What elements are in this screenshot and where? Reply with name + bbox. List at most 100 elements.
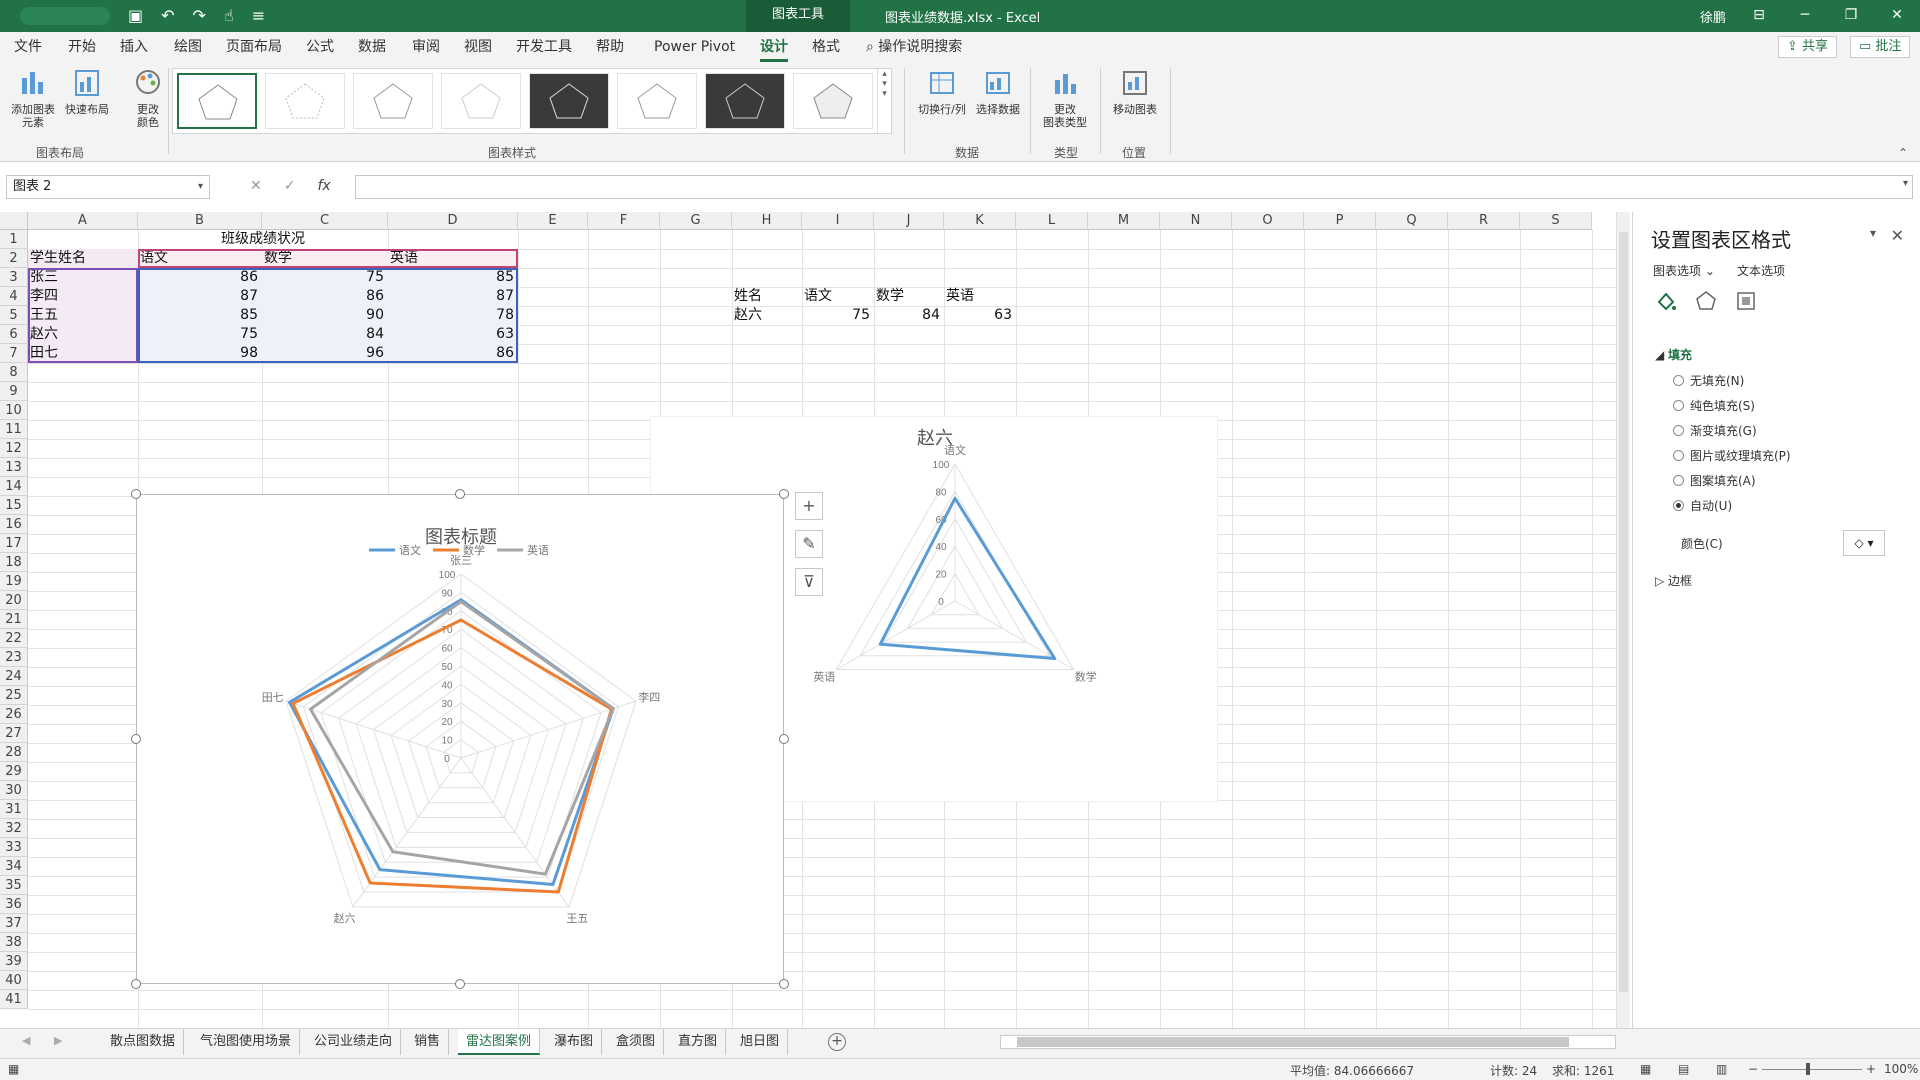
sheet-tab-scatter[interactable]: 散点图数据 [102, 1029, 185, 1055]
column-header[interactable]: O [1232, 212, 1304, 230]
close-icon[interactable]: ✕ [1891, 226, 1904, 245]
tab-format[interactable]: 格式 [812, 32, 840, 62]
row-header[interactable]: 18 [0, 553, 28, 572]
column-header[interactable]: P [1304, 212, 1376, 230]
minimize-button[interactable]: ─ [1782, 0, 1828, 32]
tab-home[interactable]: 开始 [68, 32, 96, 62]
lookup-header-cell[interactable]: 姓名 [734, 287, 798, 305]
macro-record-icon[interactable]: ▦ [8, 1062, 19, 1076]
page-break-view-icon[interactable]: ▥ [1716, 1062, 1727, 1076]
ribbon-display-button[interactable]: ⊟ [1736, 0, 1782, 32]
row-header[interactable]: 30 [0, 781, 28, 800]
horizontal-scrollbar[interactable] [1000, 1035, 1616, 1049]
row-header[interactable]: 28 [0, 743, 28, 762]
row-header[interactable]: 20 [0, 591, 28, 610]
lookup-score-cell[interactable]: 75 [804, 306, 870, 324]
lookup-score-cell[interactable]: 63 [946, 306, 1012, 324]
row-header[interactable]: 39 [0, 952, 28, 971]
name-box[interactable]: 图表 2 ▾ [6, 175, 210, 199]
row-header[interactable]: 22 [0, 629, 28, 648]
sheet-tab-boxplot[interactable]: 盒须图 [608, 1029, 665, 1055]
tab-help[interactable]: 帮助 [596, 32, 624, 62]
zoom-level[interactable]: 100% [1884, 1062, 1918, 1076]
vertical-scrollbar[interactable] [1616, 212, 1630, 1028]
column-header[interactable]: D [388, 212, 518, 230]
chart-style-7[interactable] [705, 73, 785, 129]
close-button[interactable]: ✕ [1874, 0, 1920, 32]
fill-section-header[interactable]: ◢ 填充 [1655, 346, 1692, 363]
enter-icon[interactable]: ✓ [284, 178, 296, 194]
column-header[interactable]: H [732, 212, 802, 230]
table-header-cell[interactable]: 学生姓名 [28, 249, 138, 268]
column-header[interactable]: F [588, 212, 660, 230]
radar-chart[interactable]: 图表标题 语文 数学 英语 张三 李四 王五 赵六 田七 0 10 20 30 40 50 60 70 80 90 1… [136, 494, 784, 984]
sheet-tab-bubble[interactable]: 气泡图使用场景 [192, 1029, 301, 1055]
tab-view[interactable]: 视图 [464, 32, 492, 62]
comments-button[interactable]: ▭ 批注 [1850, 36, 1911, 58]
tab-chart-options[interactable]: 图表选项 ⌄ [1653, 262, 1715, 279]
row-header[interactable]: 14 [0, 477, 28, 496]
row-header[interactable]: 4 [0, 287, 28, 306]
row-header[interactable]: 35 [0, 876, 28, 895]
row-header[interactable]: 16 [0, 515, 28, 534]
search-box[interactable]: ⌕ 操作说明搜索 [866, 32, 962, 62]
lookup-header-cell[interactable]: 英语 [946, 287, 1012, 305]
tab-page-layout[interactable]: 页面布局 [226, 32, 282, 62]
lookup-name-cell[interactable]: 赵六 [734, 306, 798, 324]
resize-handle[interactable] [779, 734, 789, 744]
tab-data[interactable]: 数据 [358, 32, 386, 62]
column-header[interactable]: K [944, 212, 1016, 230]
sheet-tab-sunburst[interactable]: 旭日图 [732, 1029, 789, 1055]
row-header[interactable]: 3 [0, 268, 28, 287]
change-chart-type-button[interactable]: 更改 图表类型 [1036, 68, 1094, 129]
row-header[interactable]: 9 [0, 382, 28, 401]
border-section-header[interactable]: ▷ 边框 [1655, 572, 1692, 589]
quick-layout-button[interactable]: 快速布局 [62, 68, 112, 116]
lookup-header-cell[interactable]: 语文 [804, 287, 870, 305]
row-header[interactable]: 27 [0, 724, 28, 743]
chart-filters-button[interactable]: ⊽ [795, 568, 823, 596]
row-header[interactable]: 11 [0, 420, 28, 439]
column-header[interactable]: R [1448, 212, 1520, 230]
worksheet-grid[interactable]: A B C D E F G H I J K L M N O P Q R S 1 2 3 4 5 6 7 8 9 10 11 12 13 14 15… [0, 212, 1616, 1028]
autosave-toggle[interactable] [20, 6, 110, 25]
row-header[interactable]: 1 [0, 230, 28, 249]
row-header[interactable]: 15 [0, 496, 28, 515]
row-header[interactable]: 31 [0, 800, 28, 819]
zoom-out-icon[interactable]: − [1748, 1062, 1758, 1076]
row-header[interactable]: 5 [0, 306, 28, 325]
add-chart-element-button[interactable]: 添加图表 元素 [8, 68, 58, 129]
fill-line-icon[interactable] [1653, 288, 1679, 314]
column-header[interactable]: J [874, 212, 944, 230]
row-header[interactable]: 26 [0, 705, 28, 724]
collapse-ribbon-icon[interactable]: ⌃ [1898, 146, 1908, 160]
restore-button[interactable]: ❐ [1828, 0, 1874, 32]
row-header[interactable]: 23 [0, 648, 28, 667]
row-header[interactable]: 36 [0, 895, 28, 914]
add-sheet-button[interactable]: + [828, 1033, 846, 1051]
fill-option-gradient[interactable]: 渐变填充(G) [1673, 422, 1757, 439]
sheet-tab-sales[interactable]: 销售 [406, 1029, 450, 1055]
row-header[interactable]: 40 [0, 971, 28, 990]
sheet-tab-waterfall[interactable]: 瀑布图 [546, 1029, 603, 1055]
row-header[interactable]: 34 [0, 857, 28, 876]
table-title[interactable]: 班级成绩状况 [138, 230, 388, 248]
page-layout-view-icon[interactable]: ▤ [1678, 1062, 1689, 1076]
tab-text-options[interactable]: 文本选项 [1737, 262, 1785, 279]
row-header[interactable]: 21 [0, 610, 28, 629]
row-header[interactable]: 17 [0, 534, 28, 553]
column-header[interactable]: N [1160, 212, 1232, 230]
column-header[interactable]: G [660, 212, 732, 230]
select-data-button[interactable]: 选择数据 [972, 68, 1024, 116]
row-header[interactable]: 19 [0, 572, 28, 591]
touch-mode-icon[interactable]: ☝ [224, 6, 234, 25]
column-header[interactable]: Q [1376, 212, 1448, 230]
column-header[interactable]: B [138, 212, 262, 230]
chart-style-1[interactable] [177, 73, 257, 129]
row-header[interactable]: 32 [0, 819, 28, 838]
tab-insert[interactable]: 插入 [120, 32, 148, 62]
row-header[interactable]: 29 [0, 762, 28, 781]
resize-handle[interactable] [131, 979, 141, 989]
prev-sheet-icon[interactable]: ◀ [22, 1034, 30, 1047]
tab-file[interactable]: 文件 [14, 32, 42, 62]
